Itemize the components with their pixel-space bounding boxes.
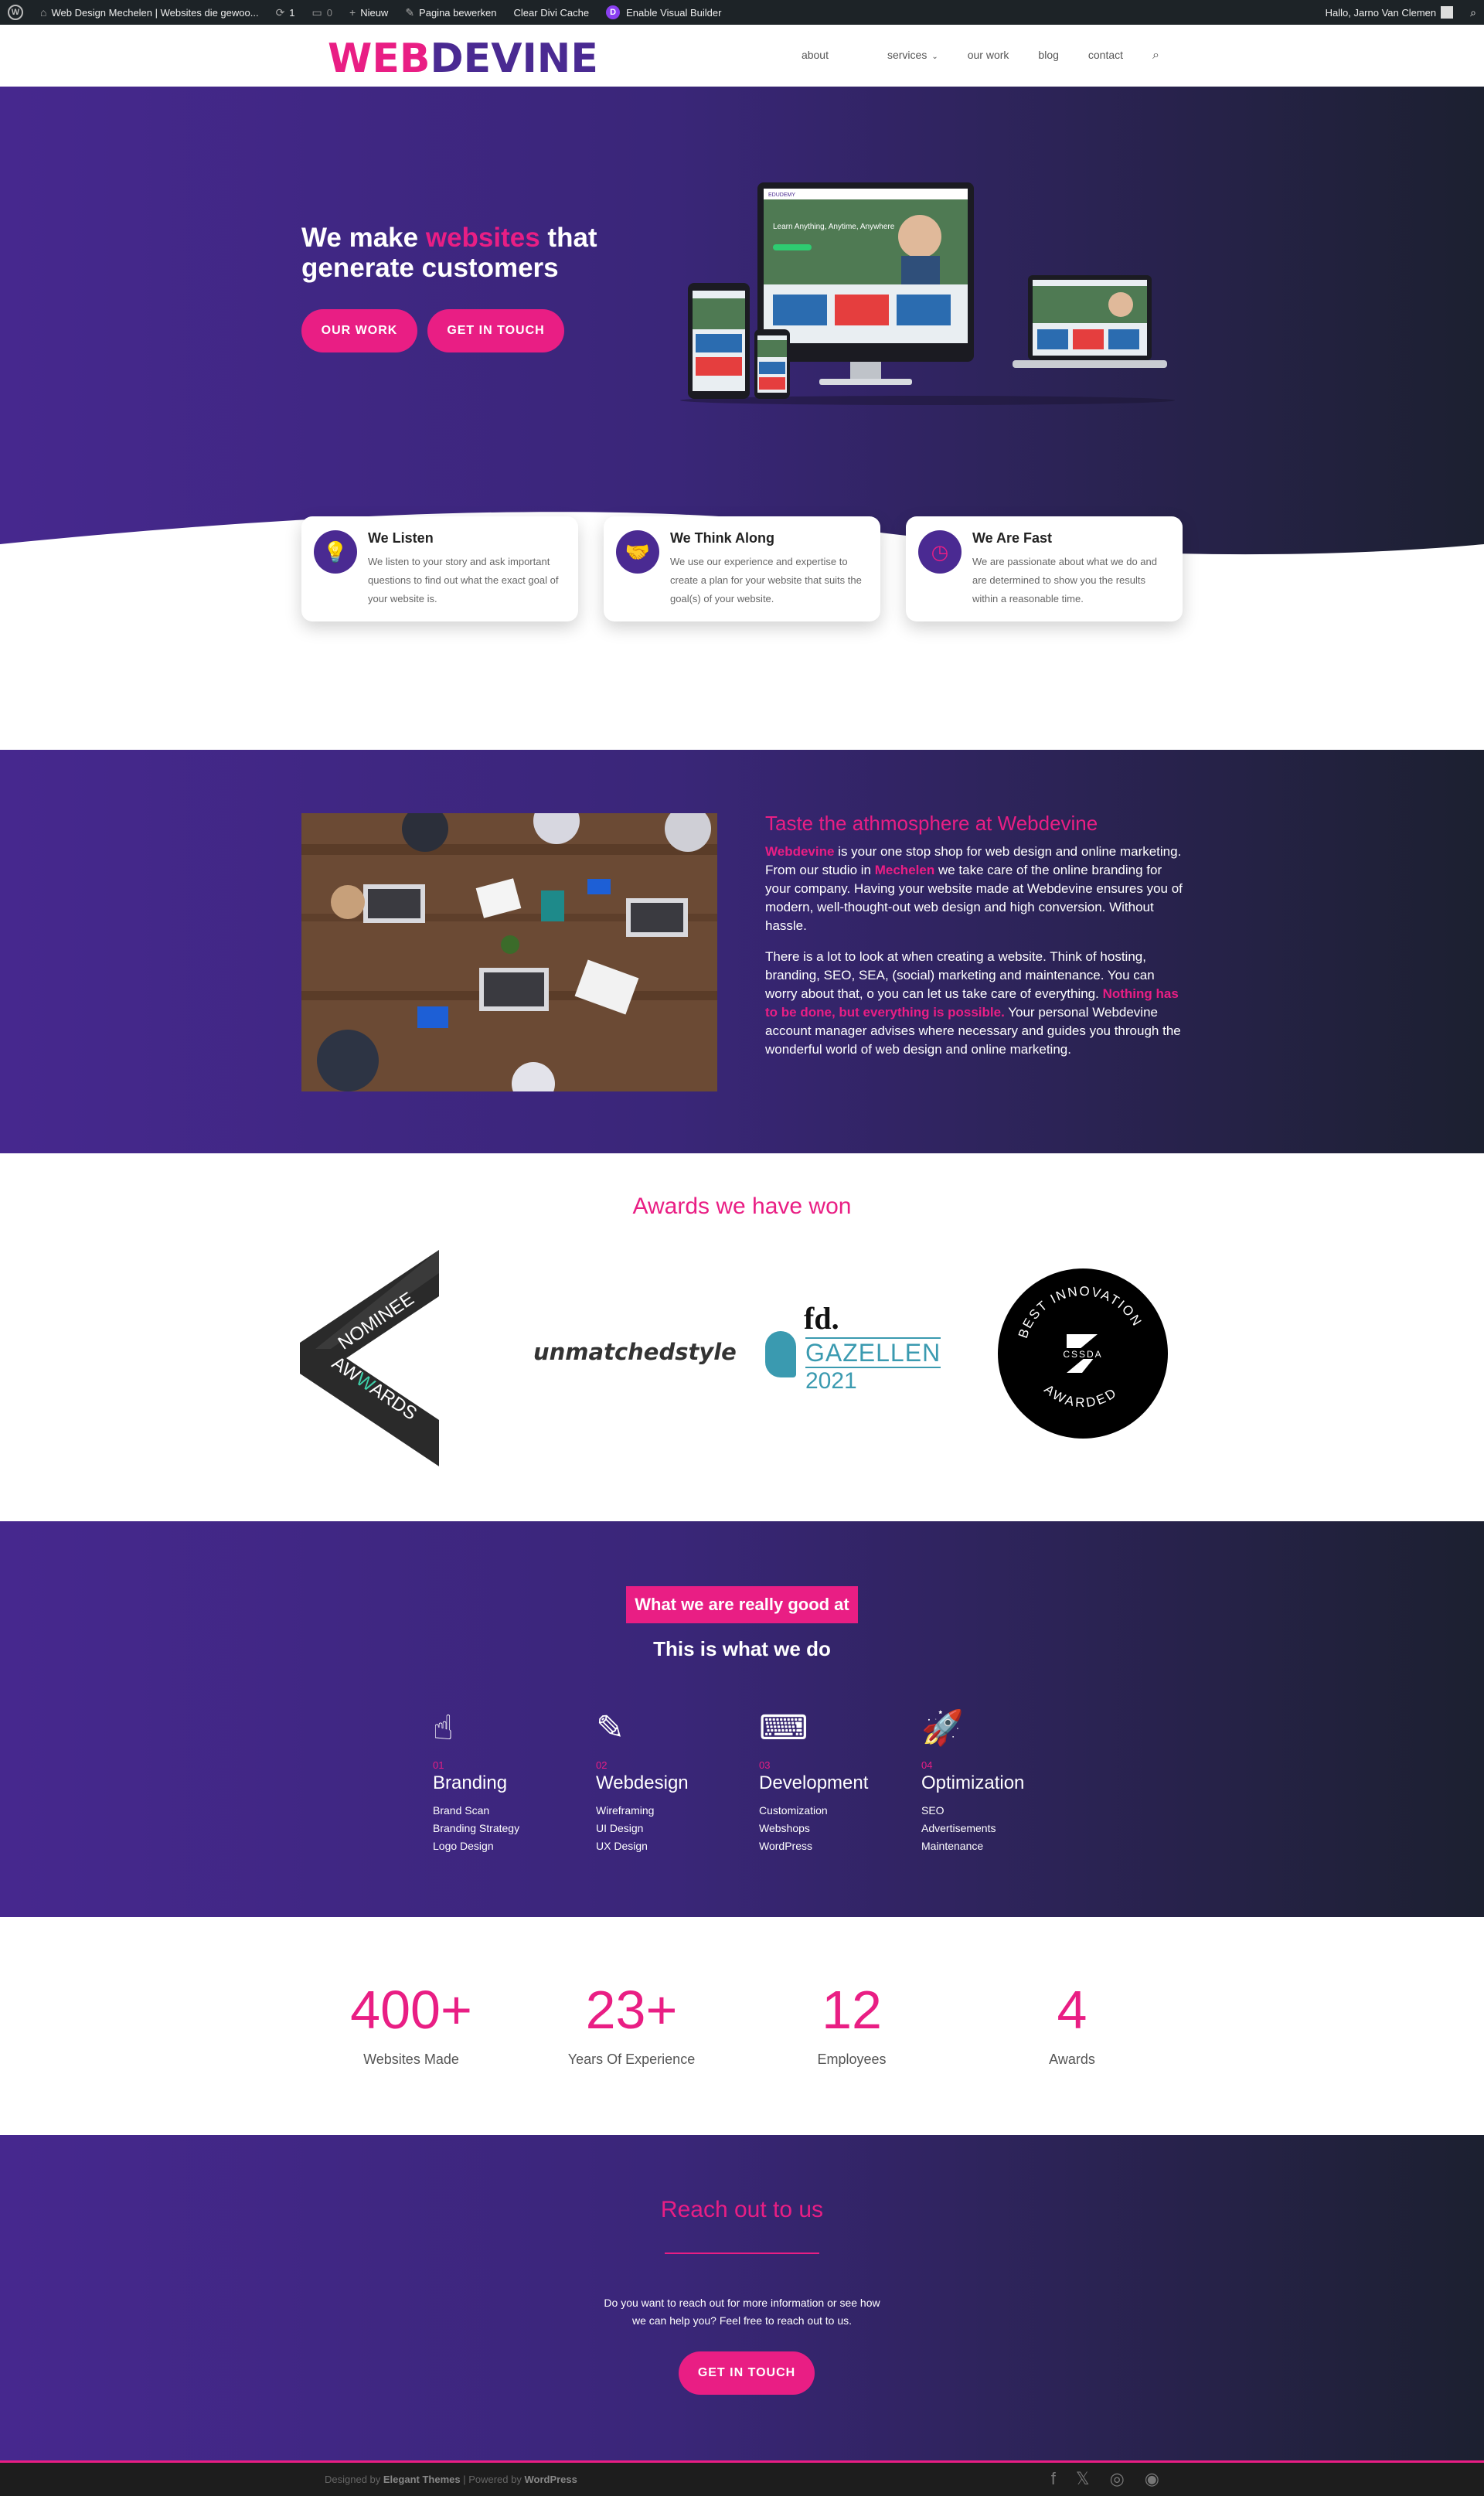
chevron-down-icon: ⌄ xyxy=(931,53,938,61)
atmosphere-text: Webdevine is your one stop shop for web … xyxy=(765,844,1183,1057)
feature-title: We Are Fast xyxy=(972,530,1053,546)
fd-gazellen-logo: fd. GAZELLEN 2021 xyxy=(765,1300,958,1394)
handshake-icon: 🤝 xyxy=(616,530,659,574)
account-greeting[interactable]: Hallo, Jarno Van Clemen xyxy=(1326,7,1437,19)
mockup-logo: EDUDEMY xyxy=(768,192,795,198)
wordpress-logo-button[interactable]: W xyxy=(8,5,23,20)
edit-page-link[interactable]: ✎ Pagina bewerken xyxy=(405,6,496,19)
mockup-tagline: Learn Anything, Anytime, Anywhere xyxy=(773,223,895,231)
nav-item-about[interactable]: about xyxy=(802,49,829,63)
clock-icon: ◷ xyxy=(918,530,962,574)
rocket-icon: 🚀 xyxy=(921,1709,964,1747)
clear-cache-link[interactable]: Clear Divi Cache xyxy=(514,7,590,19)
unmatchedstyle-logo: unmatchedstyle xyxy=(533,1339,737,1365)
atmosphere-heading: Taste the athmosphere at Webdevine xyxy=(765,812,1098,835)
service-optimization: 🚀 04 Optimization SEO Advertisements Maint… xyxy=(921,1707,1060,1855)
comments-link[interactable]: ▭ 0 xyxy=(312,6,332,19)
footer-credits: Designed by Elegant Themes | Powered by … xyxy=(325,2474,577,2485)
team-photo xyxy=(301,813,717,1091)
wordpress-icon: W xyxy=(8,5,23,20)
social-links: f 𝕏 ◎ ◉ xyxy=(1031,2469,1159,2489)
nav-item-services[interactable]: services ⌄ xyxy=(858,49,938,63)
our-work-button[interactable]: OUR WORK xyxy=(301,309,417,352)
comment-icon: ▭ xyxy=(311,5,322,19)
gazelle-icon xyxy=(765,1331,796,1377)
get-in-touch-button[interactable]: GET IN TOUCH xyxy=(679,2351,815,2395)
divi-icon: D xyxy=(606,5,621,19)
cssda-best-innovation-badge: BEST INNOVATION AWARDED CSSDA xyxy=(998,1268,1168,1439)
hero-title: We make websites that generate customers xyxy=(301,223,597,283)
services-section: What we are really good at This is what … xyxy=(0,1521,1484,1917)
keyboard-icon: ⌨ xyxy=(759,1709,808,1747)
stat-awards: 4 Awards xyxy=(1049,1980,1095,2067)
awwwards-nominee-badge: NOMINEE AWWARDS xyxy=(300,1250,439,1466)
services-heading: This is what we do xyxy=(653,1637,831,1660)
svg-text:CSSDA: CSSDA xyxy=(1063,1349,1102,1360)
reach-out-section: Reach out to us Do you want to reach out… xyxy=(0,2135,1484,2463)
service-development: ⌨ 03 Development Customization Webshops Wo… xyxy=(759,1707,898,1855)
rss-icon[interactable]: ◉ xyxy=(1145,2469,1159,2489)
heading-divider xyxy=(665,2253,819,2254)
site-footer: Designed by Elegant Themes | Powered by … xyxy=(0,2463,1484,2496)
stat-websites: 400+ Websites Made xyxy=(350,1980,472,2067)
feature-card-think-along: 🤝 We Think Along We use our experience a… xyxy=(604,516,880,621)
search-icon[interactable]: ⌕ xyxy=(1152,49,1159,63)
feature-text: We use our experience and expertise to c… xyxy=(670,556,862,604)
feature-card-fast: ◷ We Are Fast We are passionate about wh… xyxy=(906,516,1183,621)
avatar[interactable] xyxy=(1441,6,1454,19)
plus-icon: + xyxy=(349,6,356,19)
nav-item-contact[interactable]: contact xyxy=(1088,49,1123,63)
home-icon: ⌂ xyxy=(40,6,47,19)
visual-builder-link[interactable]: D Enable Visual Builder xyxy=(606,5,721,19)
feature-card-listen: 💡 We Listen We listen to your story and … xyxy=(301,516,578,621)
feature-title: We Think Along xyxy=(670,530,774,546)
service-branding: ☝ 01 Branding Brand Scan Branding Strateg… xyxy=(433,1707,572,1855)
nav-item-blog[interactable]: blog xyxy=(1038,49,1058,63)
updates-link[interactable]: ⟳ 1 xyxy=(276,6,295,19)
wordpress-link[interactable]: WordPress xyxy=(524,2474,577,2485)
elegant-themes-link[interactable]: Elegant Themes xyxy=(383,2474,461,2485)
stat-experience: 23+ Years Of Experience xyxy=(567,1980,696,2067)
site-title-link[interactable]: ⌂ Web Design Mechelen | Websites die gewo… xyxy=(40,6,259,19)
service-webdesign: ✎ 02 Webdesign Wireframing UI Design UX De… xyxy=(596,1707,735,1855)
reach-text: Do you want to reach out for more inform… xyxy=(604,2297,880,2327)
pencil-icon: ✎ xyxy=(405,5,415,19)
services-tag: What we are really good at xyxy=(626,1586,858,1623)
feature-title: We Listen xyxy=(368,530,434,546)
nav-item-our-work[interactable]: our work xyxy=(968,49,1009,63)
hero-section: We make websites that generate customers… xyxy=(0,87,1484,567)
x-twitter-icon[interactable]: 𝕏 xyxy=(1076,2469,1090,2489)
facebook-icon[interactable]: f xyxy=(1051,2469,1056,2489)
feature-text: We listen to your story and ask importan… xyxy=(368,556,559,604)
admin-bar: W ⌂ Web Design Mechelen | Websites die ge… xyxy=(0,0,1484,25)
lightbulb-icon: 💡 xyxy=(314,530,357,574)
feature-text: We are passionate about what we do and a… xyxy=(972,556,1157,604)
new-content-link[interactable]: + Nieuw xyxy=(349,6,388,19)
awards-heading: Awards we have won xyxy=(632,1194,852,1219)
pencil-ruler-icon: ✎ xyxy=(596,1709,625,1747)
fingerprint-icon: ☝ xyxy=(433,1709,454,1747)
site-logo[interactable]: WEBDEVINE xyxy=(328,36,598,82)
device-mockup-image: EDUDEMY Learn Anything, Anytime, Anywher… xyxy=(680,182,1175,405)
get-in-touch-button[interactable]: GET IN TOUCH xyxy=(427,309,564,352)
search-icon[interactable]: ⌕ xyxy=(1470,6,1476,19)
reach-heading: Reach out to us xyxy=(660,2197,824,2222)
instagram-icon[interactable]: ◎ xyxy=(1110,2469,1125,2489)
awards-section: Awards we have won NOMINEE AWWARDS unmat… xyxy=(0,1153,1484,1521)
atmosphere-section: Taste the athmosphere at Webdevine Webde… xyxy=(0,750,1484,1153)
refresh-icon: ⟳ xyxy=(275,5,285,19)
stat-employees: 12 Employees xyxy=(817,1980,887,2067)
stats-section: 400+ Websites Made 23+ Years Of Experience… xyxy=(0,1917,1484,2135)
main-nav: about services ⌄ our work blog contact ⌕ xyxy=(772,49,1159,63)
site-header: WEBDEVINE about services ⌄ our work blog … xyxy=(0,25,1484,87)
